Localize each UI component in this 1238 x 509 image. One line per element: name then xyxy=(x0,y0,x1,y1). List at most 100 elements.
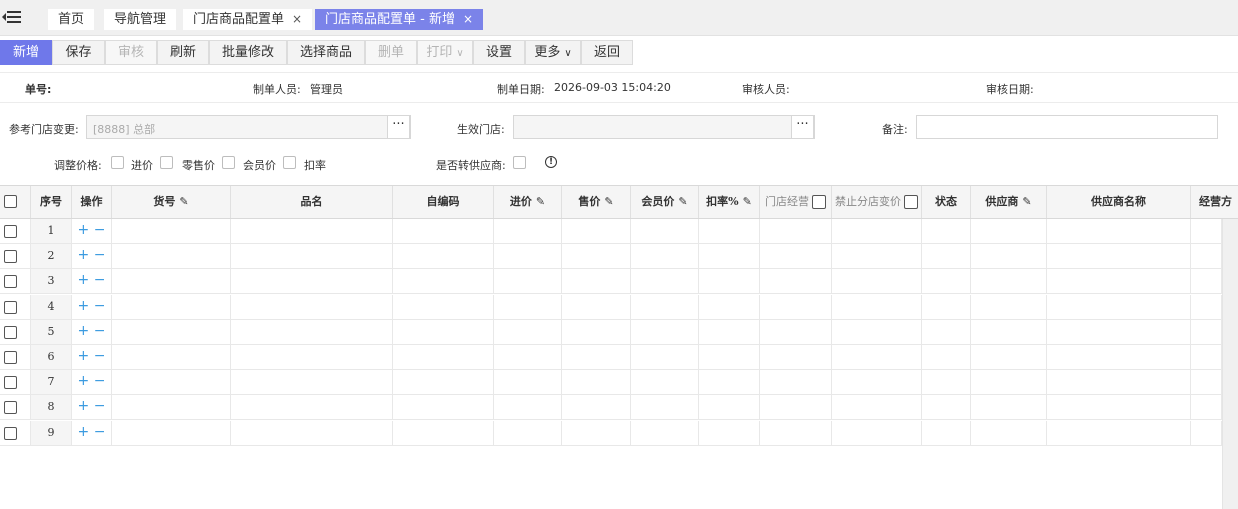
table-cell[interactable] xyxy=(1047,370,1191,395)
table-cell[interactable] xyxy=(631,269,699,294)
table-cell[interactable] xyxy=(1191,345,1222,369)
table-cell[interactable] xyxy=(231,420,393,445)
table-row[interactable]: 8 + − xyxy=(0,395,1222,421)
remove-row-icon[interactable]: − xyxy=(94,222,106,238)
to-supplier-checkbox[interactable] xyxy=(513,156,526,169)
table-cell[interactable] xyxy=(631,244,699,269)
select-goods-button[interactable]: 选择商品 xyxy=(287,40,365,65)
table-cell[interactable] xyxy=(562,219,631,243)
row-checkbox[interactable] xyxy=(4,426,17,440)
vertical-scrollbar[interactable] xyxy=(1222,219,1238,509)
table-cell[interactable] xyxy=(1047,395,1191,420)
table-cell[interactable] xyxy=(1191,269,1222,294)
table-cell[interactable] xyxy=(971,319,1047,344)
table-cell[interactable] xyxy=(562,395,631,420)
add-row-icon[interactable]: + xyxy=(78,398,90,414)
table-cell[interactable] xyxy=(562,244,631,269)
table-cell[interactable] xyxy=(922,319,971,344)
table-cell[interactable] xyxy=(631,319,699,344)
table-cell[interactable] xyxy=(832,294,922,319)
ref-store-field[interactable]: [8888] 总部 ··· xyxy=(86,115,411,139)
table-cell[interactable] xyxy=(1047,319,1191,344)
settings-button[interactable]: 设置 xyxy=(473,40,525,65)
table-cell[interactable] xyxy=(494,319,562,344)
table-cell[interactable] xyxy=(699,370,760,395)
table-cell[interactable] xyxy=(631,345,699,369)
delete-button[interactable]: 删单 xyxy=(365,40,417,65)
table-cell[interactable] xyxy=(832,345,922,369)
add-row-icon[interactable]: + xyxy=(78,323,90,339)
discount-checkbox[interactable] xyxy=(283,156,296,169)
store-manage-checkbox[interactable] xyxy=(812,195,826,209)
table-cell[interactable] xyxy=(922,420,971,445)
row-checkbox[interactable] xyxy=(4,300,17,314)
table-cell[interactable] xyxy=(112,294,231,319)
col-member-price[interactable]: 会员价 ✎ xyxy=(631,186,699,218)
table-cell[interactable] xyxy=(971,269,1047,294)
table-cell[interactable] xyxy=(760,269,832,294)
add-row-icon[interactable]: + xyxy=(78,298,90,314)
add-row-icon[interactable]: + xyxy=(78,247,90,263)
table-cell[interactable] xyxy=(112,269,231,294)
tab-store-goods-config[interactable]: 门店商品配置单 × xyxy=(183,9,313,30)
table-cell[interactable] xyxy=(1047,345,1191,369)
add-row-icon[interactable]: + xyxy=(78,272,90,288)
table-cell[interactable] xyxy=(231,244,393,269)
table-cell[interactable] xyxy=(494,345,562,369)
table-cell[interactable] xyxy=(393,244,494,269)
table-cell[interactable] xyxy=(1191,420,1222,445)
row-checkbox[interactable] xyxy=(4,225,17,238)
table-cell[interactable] xyxy=(393,395,494,420)
table-cell[interactable] xyxy=(922,294,971,319)
table-cell[interactable] xyxy=(699,319,760,344)
table-cell[interactable] xyxy=(922,370,971,395)
save-button[interactable]: 保存 xyxy=(52,40,105,65)
add-row-icon[interactable]: + xyxy=(78,424,90,440)
table-cell[interactable] xyxy=(832,395,922,420)
table-cell[interactable] xyxy=(832,219,922,243)
table-cell[interactable] xyxy=(832,244,922,269)
new-button[interactable]: 新增 xyxy=(0,40,52,65)
row-checkbox[interactable] xyxy=(4,250,17,264)
table-cell[interactable] xyxy=(393,319,494,344)
table-cell[interactable] xyxy=(494,370,562,395)
table-cell[interactable] xyxy=(760,244,832,269)
forbid-change-checkbox[interactable] xyxy=(904,195,918,209)
table-cell[interactable] xyxy=(112,244,231,269)
remove-row-icon[interactable]: − xyxy=(94,348,106,364)
tab-home[interactable]: 首页 xyxy=(48,9,95,30)
table-row[interactable]: 9 + − xyxy=(0,420,1222,446)
table-cell[interactable] xyxy=(971,244,1047,269)
tab-nav-manage[interactable]: 导航管理 xyxy=(104,9,177,30)
table-cell[interactable] xyxy=(494,269,562,294)
table-cell[interactable] xyxy=(832,269,922,294)
table-cell[interactable] xyxy=(494,244,562,269)
remove-row-icon[interactable]: − xyxy=(94,323,106,339)
table-cell[interactable] xyxy=(231,345,393,369)
table-cell[interactable] xyxy=(699,219,760,243)
table-cell[interactable] xyxy=(562,345,631,369)
col-supplier[interactable]: 供应商 ✎ xyxy=(971,186,1047,218)
table-cell[interactable] xyxy=(494,395,562,420)
table-cell[interactable] xyxy=(231,319,393,344)
table-cell[interactable] xyxy=(231,395,393,420)
table-cell[interactable] xyxy=(832,370,922,395)
more-button[interactable]: 更多 ∨ xyxy=(525,40,581,65)
table-cell[interactable] xyxy=(760,345,832,369)
table-cell[interactable] xyxy=(1191,395,1222,420)
effective-store-field[interactable]: ··· xyxy=(513,115,815,139)
cost-price-checkbox[interactable] xyxy=(111,156,124,169)
table-cell[interactable] xyxy=(760,219,832,243)
remove-row-icon[interactable]: − xyxy=(94,373,106,389)
tab-store-goods-config-new[interactable]: 门店商品配置单 - 新增 × xyxy=(315,9,484,30)
table-cell[interactable] xyxy=(832,420,922,445)
table-cell[interactable] xyxy=(631,395,699,420)
row-checkbox[interactable] xyxy=(4,376,17,390)
table-cell[interactable] xyxy=(760,370,832,395)
table-cell[interactable] xyxy=(494,420,562,445)
table-cell[interactable] xyxy=(112,219,231,243)
batch-edit-button[interactable]: 批量修改 xyxy=(209,40,287,65)
close-icon[interactable]: × xyxy=(463,12,473,26)
remove-row-icon[interactable]: − xyxy=(94,398,106,414)
select-all-checkbox[interactable] xyxy=(4,195,17,208)
